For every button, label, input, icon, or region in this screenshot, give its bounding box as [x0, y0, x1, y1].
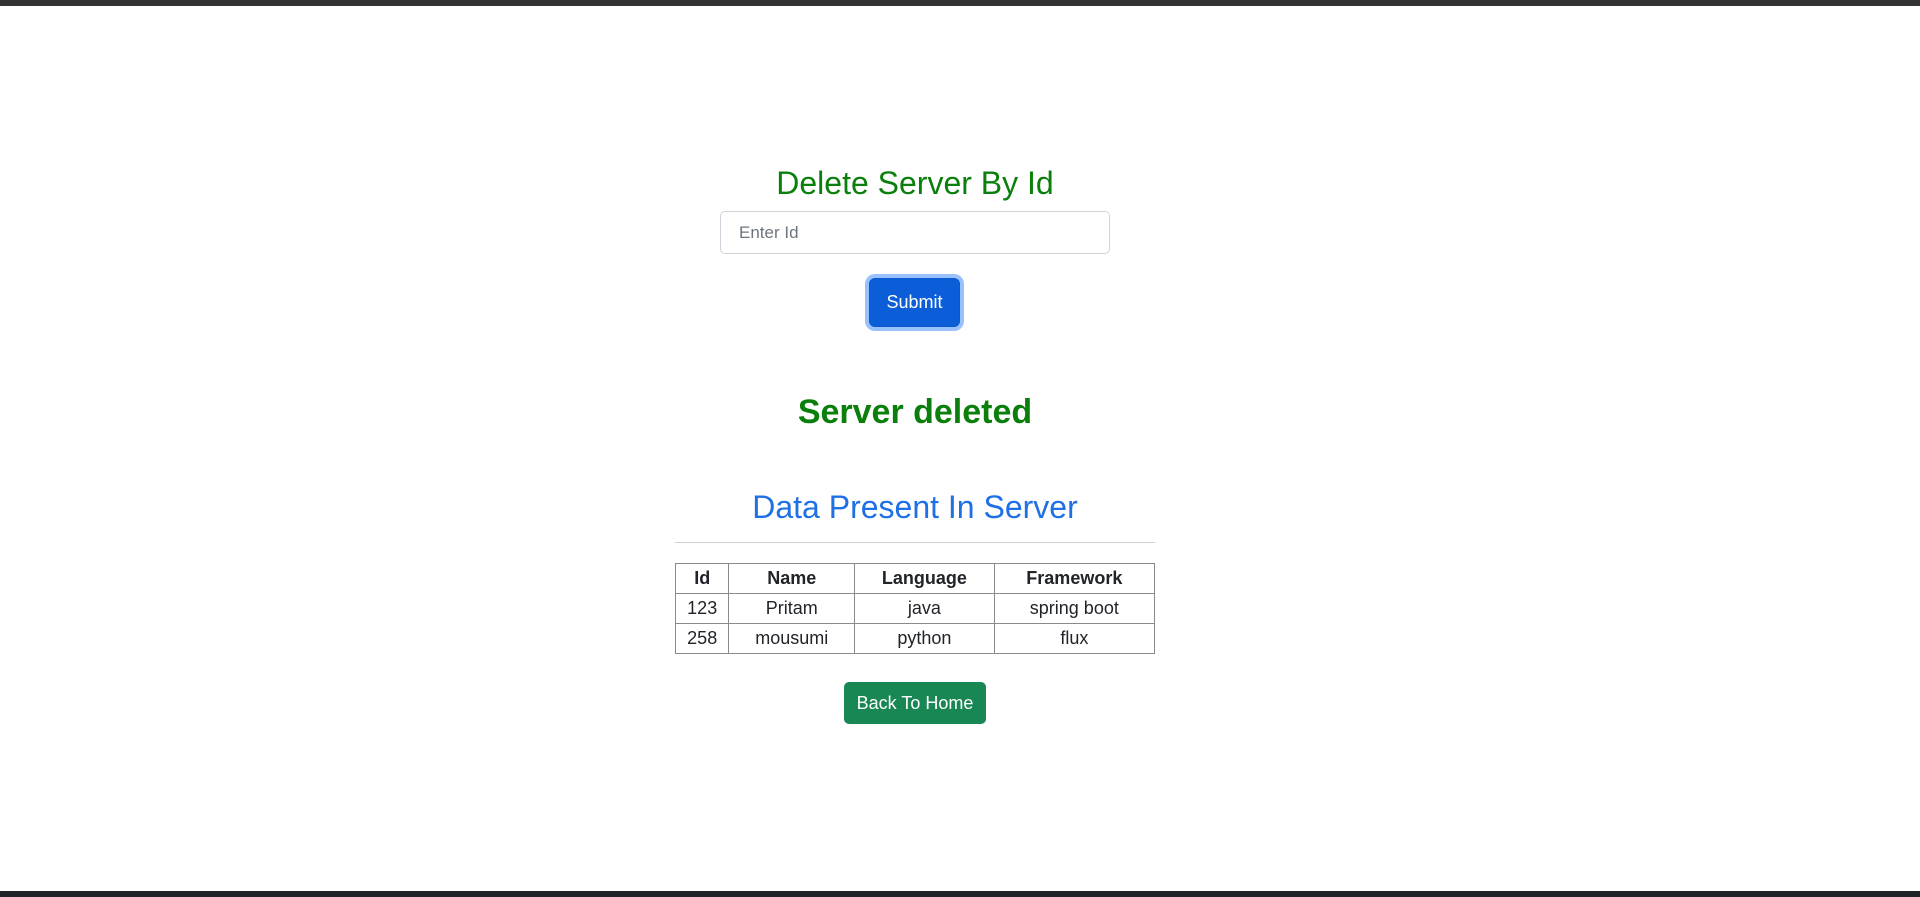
server-id-input[interactable] — [720, 211, 1110, 254]
cell-name: Pritam — [728, 593, 856, 624]
column-header-id: Id — [674, 563, 730, 594]
table-row: 123 Pritam java spring boot — [674, 593, 1156, 624]
cell-name: mousumi — [728, 623, 856, 654]
submit-button[interactable]: Submit — [869, 278, 960, 327]
delete-server-heading: Delete Server By Id — [776, 165, 1054, 201]
cell-framework: flux — [993, 623, 1156, 654]
page-container: Delete Server By Id Submit Server delete… — [0, 0, 1920, 891]
cell-language: python — [854, 623, 995, 654]
section-divider — [675, 542, 1155, 543]
taskbar-edge — [0, 891, 1920, 897]
cell-id: 123 — [674, 593, 730, 624]
server-data-table: Id Name Language Framework 123 Pritam ja… — [674, 563, 1156, 654]
cell-id: 258 — [674, 623, 730, 654]
table-row: 258 mousumi python flux — [674, 623, 1156, 654]
column-header-language: Language — [854, 563, 995, 594]
cell-language: java — [854, 593, 995, 624]
cell-framework: spring boot — [993, 593, 1156, 624]
column-header-framework: Framework — [993, 563, 1156, 594]
data-section-title: Data Present In Server — [752, 489, 1078, 525]
table-header-row: Id Name Language Framework — [674, 563, 1156, 594]
status-message: Server deleted — [797, 393, 1033, 431]
back-to-home-button[interactable]: Back To Home — [844, 682, 986, 724]
column-header-name: Name — [728, 563, 856, 594]
